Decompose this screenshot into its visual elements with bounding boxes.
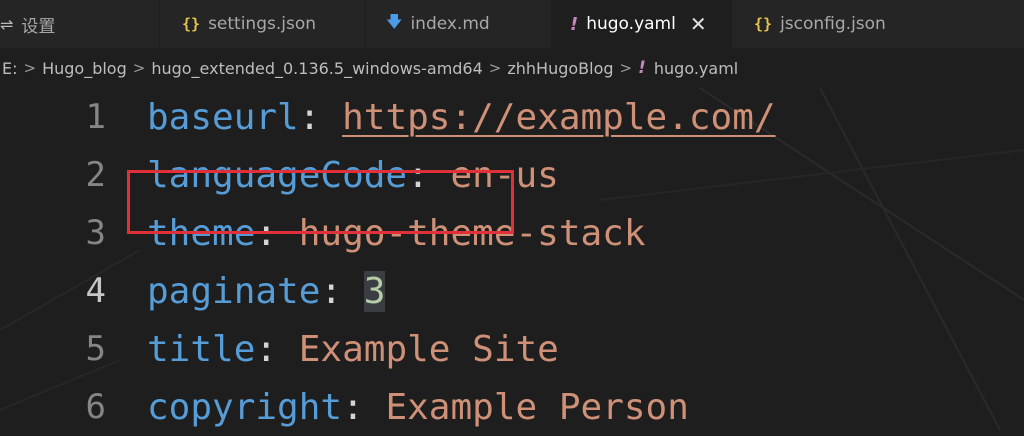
yaml-colon: :: [342, 386, 364, 428]
tab-label: jsconfig.json: [780, 14, 886, 34]
line-number: 6: [85, 387, 106, 427]
yaml-value: hugo-theme-stack: [298, 212, 646, 254]
yaml-icon: !: [638, 58, 646, 78]
yaml-colon: :: [407, 154, 429, 196]
yaml-value: en-us: [450, 154, 559, 196]
markdown-icon: 🡇: [386, 11, 403, 31]
tab-bar: ⇌ 设置 {} settings.json 🡇 index.md ! hugo.…: [0, 0, 1024, 49]
yaml-key: languageCode: [147, 154, 408, 196]
json-icon: {}: [754, 15, 773, 33]
tab-label: hugo.yaml: [586, 14, 676, 34]
breadcrumb-item-hugo-extended[interactable]: hugo_extended_0.136.5_windows-amd64: [151, 59, 482, 78]
yaml-key: baseurl: [147, 96, 299, 138]
tab-label: index.md: [410, 14, 490, 34]
tab-index-md[interactable]: 🡇 index.md: [366, 0, 552, 48]
tab-settings[interactable]: ⇌ 设置: [0, 0, 160, 48]
chevron-right-icon: >: [23, 59, 37, 77]
breadcrumb-item-file[interactable]: hugo.yaml: [654, 59, 738, 78]
yaml-value-link[interactable]: https://example.com/: [342, 97, 775, 138]
json-icon: {}: [182, 15, 201, 33]
tab-jsconfig-json[interactable]: {} jsconfig.json: [732, 0, 932, 48]
line-number: 4: [85, 271, 106, 311]
yaml-colon: :: [255, 212, 278, 254]
breadcrumb-item-drive[interactable]: E:: [2, 59, 18, 78]
tab-settings-json[interactable]: {} settings.json: [160, 0, 366, 48]
breadcrumb: E: > Hugo_blog > hugo_extended_0.136.5_w…: [0, 48, 1024, 88]
yaml-colon: :: [320, 270, 343, 312]
close-icon[interactable]: ✕: [690, 12, 707, 36]
settings-icon: ⇌: [0, 14, 14, 34]
yaml-value: Example Site: [298, 328, 559, 370]
yaml-key: copyright: [147, 386, 343, 428]
yaml-colon: :: [298, 96, 321, 138]
line-number: 1: [85, 97, 106, 137]
tab-hugo-yaml[interactable]: ! hugo.yaml ✕: [552, 0, 732, 48]
breadcrumb-item-zhh-hugo-blog[interactable]: zhhHugoBlog: [507, 59, 613, 78]
breadcrumb-item-hugo-blog[interactable]: Hugo_blog: [42, 59, 127, 78]
chevron-right-icon: >: [132, 59, 146, 77]
yaml-value-number: 3: [363, 270, 386, 312]
yaml-value: Example Person: [385, 386, 689, 428]
line-number: 2: [85, 155, 106, 195]
chevron-right-icon: >: [619, 59, 633, 77]
yaml-colon: :: [255, 328, 278, 370]
yaml-key: paginate: [147, 270, 321, 312]
tab-label: 设置: [21, 16, 56, 37]
yaml-key: theme: [147, 212, 256, 254]
chevron-right-icon: >: [488, 59, 502, 77]
yaml-key: title: [147, 328, 256, 370]
code-editor[interactable]: 1 baseurl: https://example.com/ 2 langua…: [0, 88, 1024, 430]
yaml-icon: !: [570, 13, 579, 35]
line-number: 3: [85, 213, 106, 253]
line-number: 5: [85, 329, 106, 369]
tab-label: settings.json: [208, 14, 317, 34]
